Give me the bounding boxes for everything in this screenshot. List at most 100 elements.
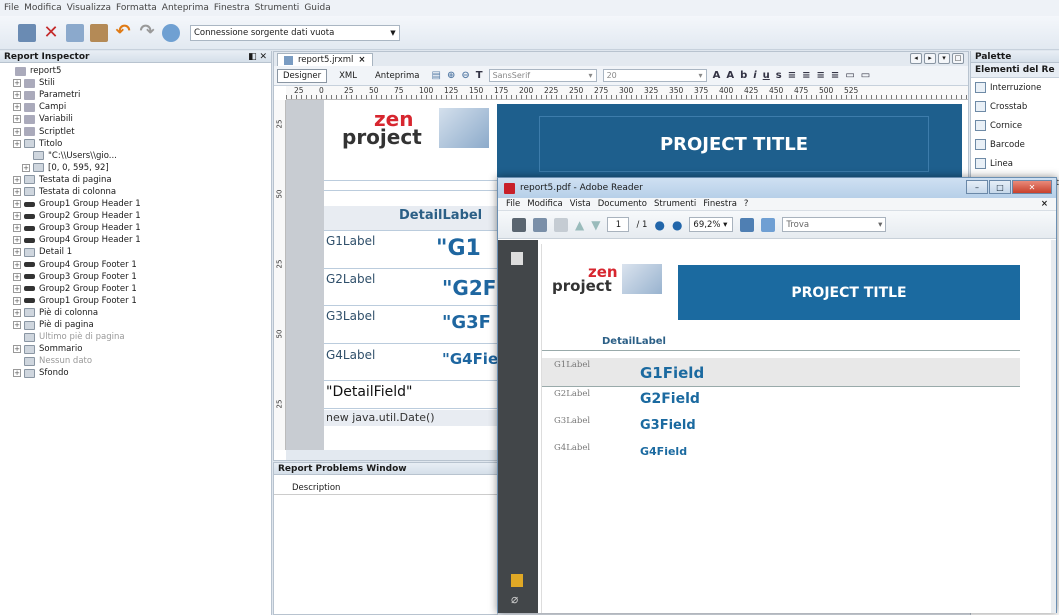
- page-up-icon[interactable]: ▲: [575, 218, 584, 232]
- redo-icon[interactable]: ↷: [138, 22, 156, 42]
- zoom-in-icon[interactable]: ●: [672, 218, 682, 232]
- share-icon[interactable]: [533, 217, 547, 232]
- maximize-icon[interactable]: □: [952, 53, 964, 64]
- tree-item[interactable]: + Piè di colonna: [0, 307, 271, 319]
- tree-item[interactable]: + Sfondo: [0, 367, 271, 379]
- g3-field[interactable]: "G3F: [442, 312, 491, 333]
- tree-item[interactable]: + Group3 Group Footer 1: [0, 271, 271, 283]
- expand-icon[interactable]: +: [13, 115, 21, 124]
- page-number-input[interactable]: 1: [607, 217, 630, 232]
- align-left-icon[interactable]: ≡: [788, 70, 796, 81]
- palette-section-elements[interactable]: Elementi del Re: [971, 63, 1059, 78]
- pages-panel-icon[interactable]: [511, 252, 523, 265]
- reader-menu-item[interactable]: Vista: [570, 199, 591, 209]
- menu-formatta[interactable]: Formatta: [116, 3, 157, 13]
- g2-field[interactable]: "G2F: [442, 276, 496, 300]
- reader-menu-item[interactable]: Finestra: [703, 199, 737, 209]
- close-icon[interactable]: ×: [358, 55, 365, 65]
- tree-item[interactable]: + Campi: [0, 101, 271, 113]
- expand-icon[interactable]: [22, 152, 30, 160]
- print-icon[interactable]: [512, 217, 526, 232]
- g4-label[interactable]: G4Label: [326, 348, 375, 362]
- attachment-icon[interactable]: ⌀: [511, 592, 523, 606]
- new-file-icon[interactable]: [18, 23, 36, 42]
- xml-tab[interactable]: XML: [333, 69, 363, 83]
- designer-tab[interactable]: Designer: [277, 68, 328, 83]
- expand-icon[interactable]: +: [13, 272, 21, 281]
- expand-icon[interactable]: [4, 67, 12, 75]
- expand-icon[interactable]: +: [13, 248, 21, 257]
- tree-item[interactable]: report5: [0, 65, 271, 77]
- search-input[interactable]: Trova ▾: [782, 217, 887, 232]
- expand-icon[interactable]: +: [13, 345, 21, 354]
- expand-icon[interactable]: +: [13, 200, 21, 209]
- datasource-select[interactable]: Connessione sorgente dati vuota ▼: [190, 24, 400, 41]
- expand-icon[interactable]: +: [13, 175, 21, 184]
- tab-report5[interactable]: report5.jrxml ×: [277, 53, 373, 66]
- decrease-font-icon[interactable]: A: [726, 70, 734, 81]
- align-right-icon[interactable]: ≡: [817, 70, 825, 81]
- tree-item[interactable]: + Sommario: [0, 343, 271, 355]
- close-document-icon[interactable]: ×: [1041, 199, 1048, 209]
- comment-icon[interactable]: [554, 217, 568, 232]
- zoom-select[interactable]: 69,2% ▾: [689, 217, 734, 232]
- tab-prev-icon[interactable]: ◂: [910, 53, 922, 64]
- tree-item[interactable]: + Testata di colonna: [0, 186, 271, 198]
- tree-item[interactable]: "C:\\Users\\gio...: [0, 150, 271, 162]
- menu-anteprima[interactable]: Anteprima: [162, 3, 209, 13]
- g1-label[interactable]: G1Label: [326, 234, 375, 248]
- palette-item[interactable]: Barcode: [971, 135, 1059, 154]
- font-size-select[interactable]: 20 ▾: [602, 69, 707, 82]
- menu-finestra[interactable]: Finestra: [214, 3, 250, 13]
- zoom-out-icon[interactable]: ⊖: [461, 70, 469, 81]
- align-bottom-icon[interactable]: ▭: [861, 70, 870, 81]
- tree-item[interactable]: + Group2 Group Header 1: [0, 210, 271, 222]
- align-top-icon[interactable]: ▭: [845, 70, 854, 81]
- zoom-fit-icon[interactable]: ▤: [432, 70, 441, 81]
- menu-guida[interactable]: Guida: [304, 3, 330, 13]
- description-column-header[interactable]: Description: [274, 481, 497, 495]
- expand-icon[interactable]: +: [13, 369, 21, 378]
- tree-item[interactable]: + Piè di pagina: [0, 319, 271, 331]
- font-family-select[interactable]: SansSerif ▾: [488, 69, 597, 82]
- tree-item[interactable]: + Group1 Group Footer 1: [0, 295, 271, 307]
- reader-menu-item[interactable]: Strumenti: [654, 199, 696, 209]
- tree-item[interactable]: + Group2 Group Footer 1: [0, 283, 271, 295]
- tab-next-icon[interactable]: ▸: [924, 53, 936, 64]
- expand-icon[interactable]: +: [13, 260, 21, 269]
- reader-menu-item[interactable]: File: [506, 199, 520, 209]
- zoom-in-icon[interactable]: ⊕: [447, 70, 455, 81]
- expand-icon[interactable]: +: [22, 163, 30, 172]
- menu-strumenti[interactable]: Strumenti: [255, 3, 300, 13]
- copy-icon[interactable]: [66, 23, 84, 42]
- align-justify-icon[interactable]: ≡: [831, 70, 839, 81]
- tree-item[interactable]: + Group3 Group Header 1: [0, 222, 271, 234]
- reader-menu-item[interactable]: ?: [744, 199, 749, 209]
- expand-icon[interactable]: +: [13, 139, 21, 148]
- maximize-icon[interactable]: □: [989, 180, 1011, 194]
- tree-item[interactable]: Ultimo piè di pagina: [0, 331, 271, 343]
- cut-icon[interactable]: ✕: [42, 23, 60, 42]
- menu-modifica[interactable]: Modifica: [24, 3, 62, 13]
- expand-icon[interactable]: +: [13, 127, 21, 136]
- tree-item[interactable]: + Scriptlet: [0, 125, 271, 137]
- expand-icon[interactable]: [13, 357, 21, 365]
- tree-item[interactable]: + Group4 Group Header 1: [0, 234, 271, 246]
- zoom-out-icon[interactable]: ●: [654, 218, 664, 232]
- paste-icon[interactable]: [90, 23, 108, 42]
- datasource-icon[interactable]: [162, 23, 180, 42]
- g1-field[interactable]: "G1: [436, 236, 481, 261]
- tree-item[interactable]: + Group1 Group Header 1: [0, 198, 271, 210]
- tree-item[interactable]: + Stili: [0, 77, 271, 89]
- palette-item[interactable]: Cornice: [971, 116, 1059, 135]
- expand-icon[interactable]: +: [13, 187, 21, 196]
- align-center-icon[interactable]: ≡: [802, 70, 810, 81]
- reader-menu-item[interactable]: Modifica: [527, 199, 563, 209]
- tree-item[interactable]: + Parametri: [0, 89, 271, 101]
- expand-icon[interactable]: +: [13, 321, 21, 330]
- bold-icon[interactable]: b: [740, 70, 747, 81]
- title-band-background[interactable]: PROJECT TITLE: [497, 104, 962, 184]
- tree-item[interactable]: + Detail 1: [0, 246, 271, 258]
- increase-font-icon[interactable]: A: [713, 70, 721, 81]
- tree-item[interactable]: + [0, 0, 595, 92]: [0, 162, 271, 174]
